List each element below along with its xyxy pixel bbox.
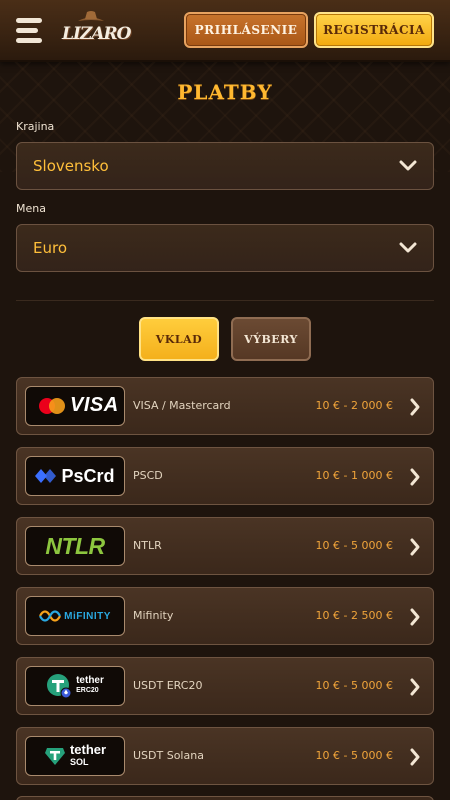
site-logo[interactable]: LIZARO — [60, 10, 131, 50]
method-name: USDT ERC20 — [133, 679, 203, 692]
method-logo: tether ERC20 — [25, 666, 125, 706]
top-header: LIZARO PRIHLÁSENIE REGISTRÁCIA — [0, 0, 450, 62]
ntlr-logo-text: NTLR — [45, 532, 105, 559]
tab-deposit[interactable]: VKLAD — [139, 317, 219, 361]
method-range: 10 € - 1 000 € — [315, 469, 393, 482]
method-range: 10 € - 5 000 € — [315, 539, 393, 552]
method-name: PSCD — [133, 469, 163, 482]
login-button[interactable]: PRIHLÁSENIE — [184, 12, 308, 48]
chevron-down-icon — [399, 160, 417, 171]
currency-select[interactable]: Euro — [16, 224, 434, 272]
method-name: Mifinity — [133, 609, 174, 622]
page-title: PLATBY — [177, 80, 273, 104]
method-name: NTLR — [133, 539, 162, 552]
tether-logo-text: tether — [69, 742, 107, 757]
chevron-right-icon — [410, 468, 420, 486]
tether-network-text: SOL — [69, 757, 89, 767]
payment-method-ntlr[interactable]: NTLR NTLR 10 € - 5 000 € — [16, 517, 434, 575]
payment-method-usdt-solana[interactable]: tether SOL USDT Solana 10 € - 5 000 € — [16, 727, 434, 785]
hat-icon — [78, 11, 104, 21]
payment-method-visa[interactable]: VISA VISA / Mastercard 10 € - 2 000 € — [16, 377, 434, 435]
method-logo: MiFINITY — [25, 596, 125, 636]
method-logo: VISA — [25, 386, 125, 426]
method-name: VISA / Mastercard — [133, 399, 231, 412]
chevron-right-icon — [410, 538, 420, 556]
payment-method-mifinity[interactable]: MiFINITY Mifinity 10 € - 2 500 € — [16, 587, 434, 645]
currency-label: Mena — [16, 202, 46, 215]
tether-network-text: ERC20 — [76, 687, 99, 694]
mifinity-logo-text: MiFINITY — [64, 610, 111, 622]
menu-icon[interactable] — [16, 18, 44, 44]
chevron-right-icon — [410, 678, 420, 696]
method-range: 10 € - 2 500 € — [315, 609, 393, 622]
tether-logo-text: tether — [76, 675, 104, 686]
method-logo: PsCrd — [25, 456, 125, 496]
tether-icon — [44, 748, 65, 765]
method-logo: NTLR — [25, 526, 125, 566]
country-label: Krajina — [16, 120, 55, 133]
chevron-right-icon — [410, 398, 420, 416]
country-select[interactable]: Slovensko — [16, 142, 434, 190]
register-button[interactable]: REGISTRÁCIA — [314, 12, 434, 48]
divider — [16, 300, 434, 301]
chevron-right-icon — [410, 608, 420, 626]
logo-text: LIZARO — [62, 24, 131, 44]
pscrd-icon — [35, 469, 57, 483]
payment-method-usdt-erc20[interactable]: tether ERC20 USDT ERC20 10 € - 5 000 € — [16, 657, 434, 715]
chevron-down-icon — [399, 242, 417, 253]
chevron-right-icon — [410, 748, 420, 766]
method-name: USDT Solana — [133, 749, 204, 762]
payment-method-partial[interactable] — [16, 796, 434, 800]
payment-method-pscd[interactable]: PsCrd PSCD 10 € - 1 000 € — [16, 447, 434, 505]
pscrd-logo-text: PsCrd — [61, 465, 115, 486]
mifinity-icon — [39, 610, 62, 622]
visa-logo-text: VISA — [70, 394, 119, 416]
method-range: 10 € - 5 000 € — [315, 749, 393, 762]
method-range: 10 € - 2 000 € — [315, 399, 393, 412]
tab-withdraw[interactable]: VÝBERY — [231, 317, 311, 361]
country-value: Slovensko — [33, 157, 109, 175]
method-range: 10 € - 5 000 € — [315, 679, 393, 692]
currency-value: Euro — [33, 239, 67, 257]
tether-icon — [47, 674, 72, 699]
method-logo: tether SOL — [25, 736, 125, 776]
